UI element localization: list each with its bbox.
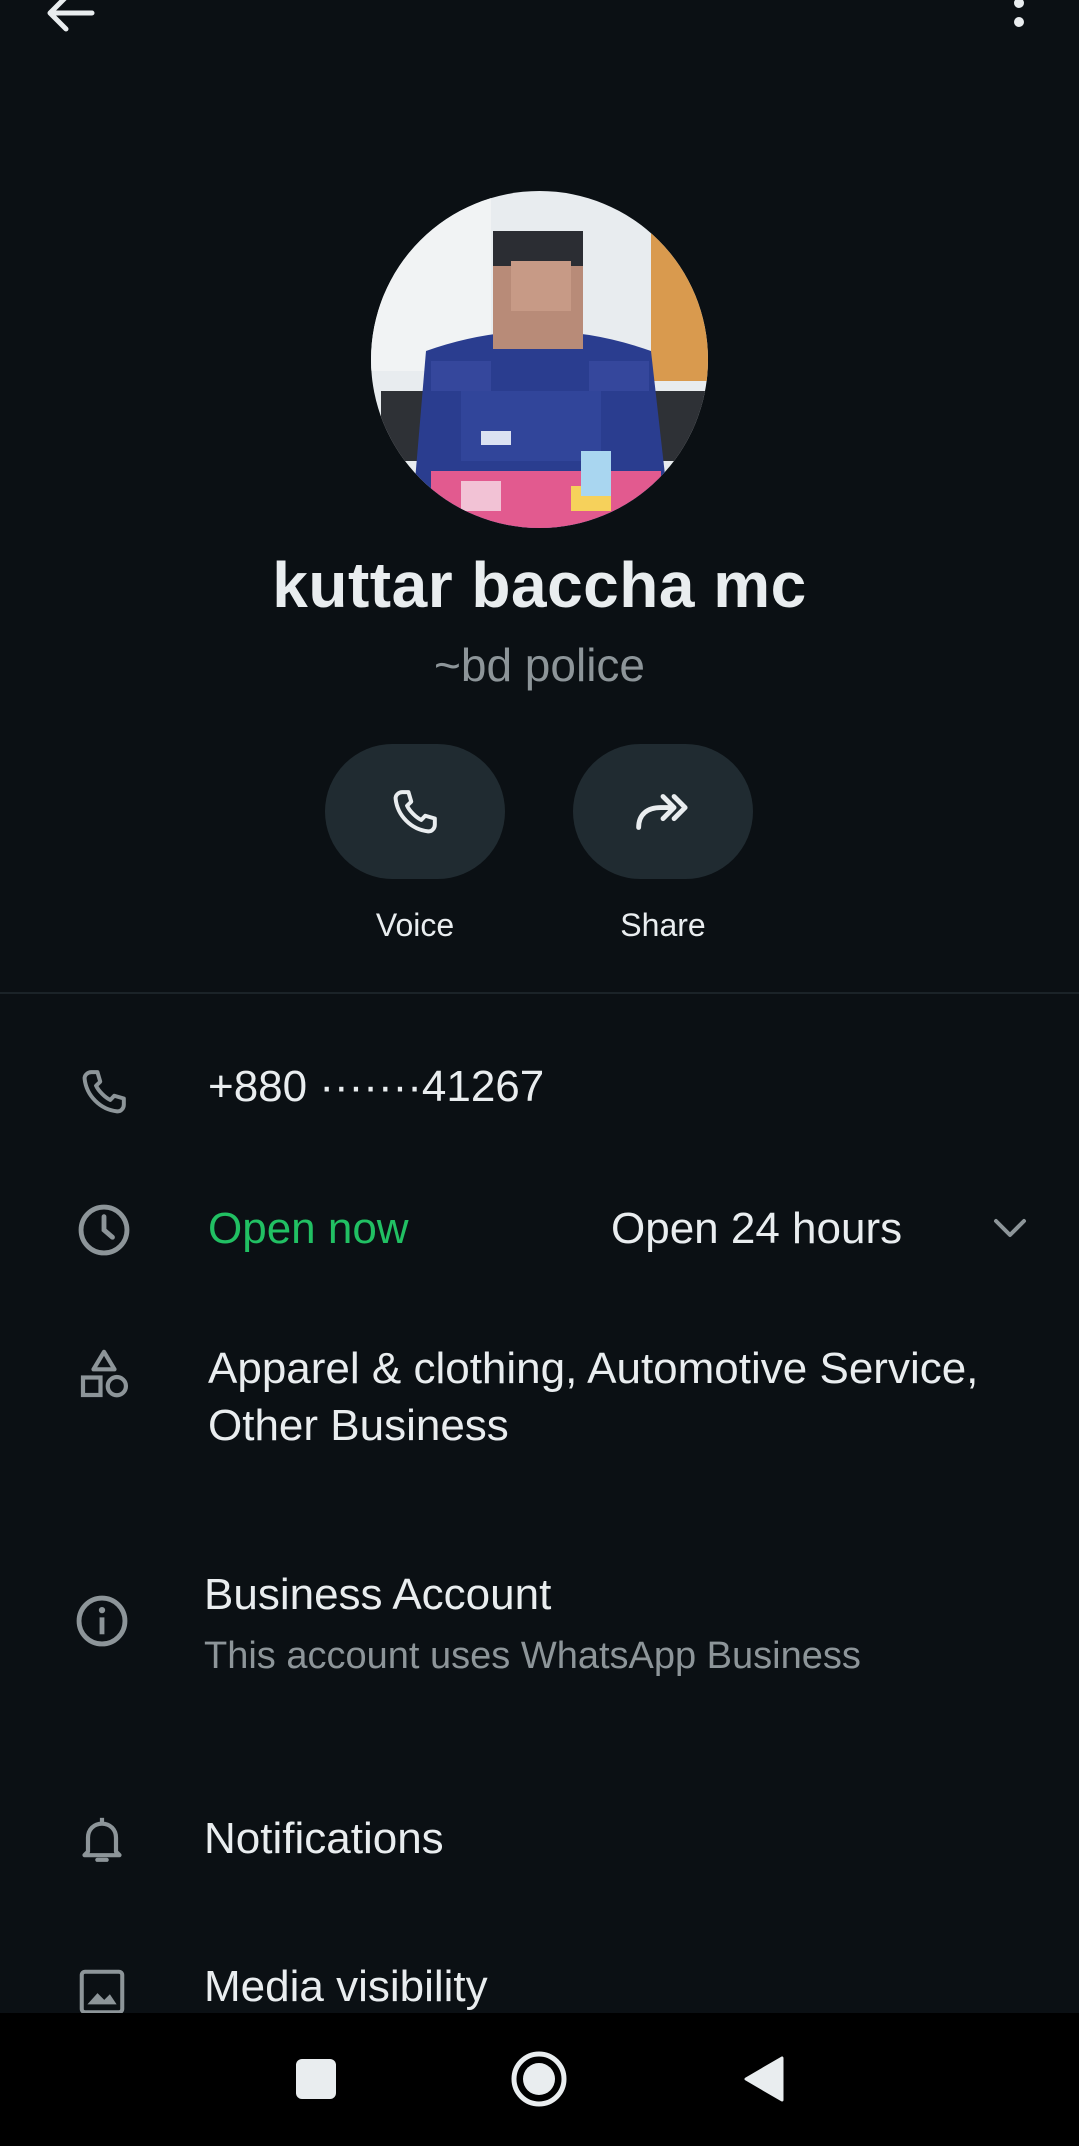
business-account-description: This account uses WhatsApp Business [204, 1635, 861, 1677]
clock-icon [72, 1198, 136, 1262]
image-icon [70, 1960, 134, 2013]
phone-number: +880 ·······41267 [208, 1062, 545, 1111]
phone-row[interactable]: +880 ·······41267 [0, 1040, 1079, 1140]
business-category-row: Apparel & clothing, Automotive Service, … [0, 1330, 1079, 1460]
arrow-left-icon [47, 0, 95, 32]
home-button[interactable] [503, 2043, 575, 2115]
voice-call-button[interactable] [325, 744, 505, 879]
business-account-section[interactable]: Business Account This account uses Whats… [0, 1512, 1079, 1726]
business-account-title: Business Account [204, 1570, 552, 1619]
notifications-row[interactable]: Notifications [0, 1790, 1079, 1890]
avatar-photo [371, 191, 708, 528]
circle-icon [511, 2051, 567, 2107]
business-hours-row[interactable]: Open now Open 24 hours [0, 1180, 1079, 1280]
hours-text: Open 24 hours [611, 1204, 903, 1253]
profile-avatar[interactable] [371, 191, 708, 528]
contact-name: kuttar baccha mc [272, 549, 807, 621]
phone-icon [72, 1060, 136, 1124]
square-icon [296, 2059, 336, 2099]
voice-label: Voice [375, 907, 455, 943]
share-forward-icon [636, 793, 688, 830]
back-button[interactable] [40, 0, 100, 38]
system-navigation-bar [0, 2013, 1079, 2146]
triangle-back-icon [744, 2056, 784, 2102]
contact-info-screen: kuttar baccha mc ~bd police Voice Share … [0, 0, 1079, 2146]
shapes-icon [72, 1342, 136, 1406]
media-visibility-label: Media visibility [204, 1962, 488, 2011]
chevron-down-icon[interactable] [990, 1208, 1030, 1248]
more-options-button[interactable] [999, 0, 1039, 42]
business-categories: Apparel & clothing, Automotive Service, … [208, 1344, 979, 1450]
open-status: Open now [208, 1204, 409, 1253]
share-label: Share [620, 907, 706, 943]
more-vertical-icon [1014, 0, 1024, 27]
section-divider [0, 992, 1079, 994]
info-icon [70, 1589, 134, 1653]
contact-subtitle: ~bd police [434, 639, 645, 691]
media-visibility-row[interactable]: Media visibility [0, 1950, 1079, 2013]
recents-button[interactable] [280, 2043, 352, 2115]
share-action[interactable]: Share [573, 744, 753, 944]
bell-icon [70, 1808, 134, 1872]
notifications-label: Notifications [204, 1814, 444, 1863]
top-bar [0, 0, 1079, 40]
system-back-button[interactable] [727, 2043, 799, 2115]
voice-call-action[interactable]: Voice [325, 744, 505, 944]
phone-icon [393, 789, 437, 833]
share-button[interactable] [573, 744, 753, 879]
